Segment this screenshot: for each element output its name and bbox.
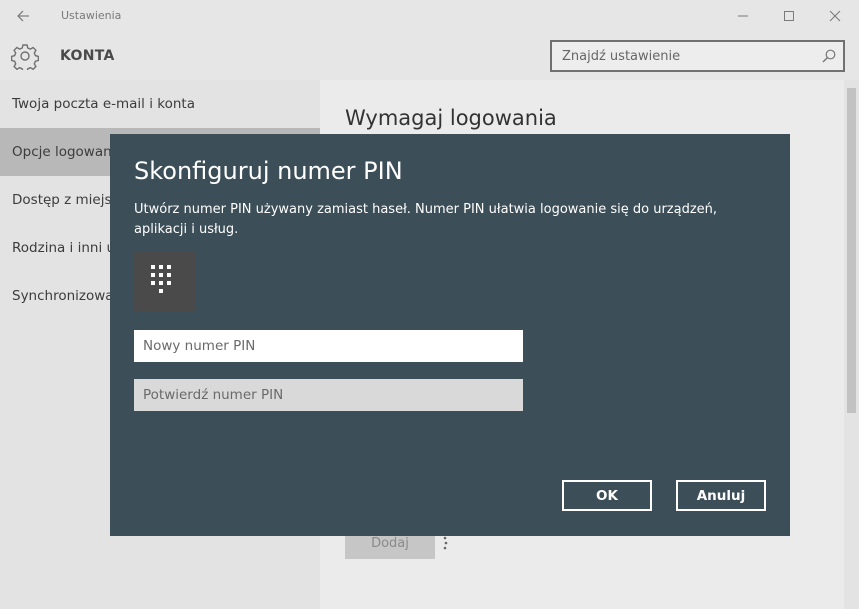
search-icon[interactable]	[821, 48, 837, 64]
ok-button[interactable]: OK	[562, 480, 652, 511]
sidebar-item-email-accounts[interactable]: Twoja poczta e-mail i konta	[0, 80, 320, 128]
search-box[interactable]	[550, 40, 845, 72]
gear-icon	[10, 42, 40, 73]
minimize-icon[interactable]	[728, 4, 758, 28]
sidebar-item-label: Opcje logowania	[12, 144, 124, 160]
new-pin-input[interactable]	[134, 330, 523, 362]
search-input[interactable]	[552, 42, 810, 70]
pin-setup-dialog: Skonfiguruj numer PIN Utwórz numer PIN u…	[110, 134, 790, 536]
close-icon[interactable]	[820, 4, 850, 28]
sidebar-item-label: Twoja poczta e-mail i konta	[12, 96, 195, 112]
dialog-description: Utwórz numer PIN używany zamiast haseł. …	[134, 202, 718, 237]
content-heading: Wymagaj logowania	[345, 106, 557, 130]
section-title: KONTA	[60, 48, 115, 64]
scrollbar[interactable]	[844, 80, 859, 609]
back-arrow-icon[interactable]	[10, 4, 38, 28]
keypad-icon	[133, 252, 195, 312]
settings-header: KONTA	[0, 32, 859, 80]
title-bar: Ustawienia	[0, 0, 859, 32]
scrollbar-thumb[interactable]	[847, 88, 856, 413]
window-title: Ustawienia	[61, 9, 122, 22]
maximize-icon[interactable]	[774, 4, 804, 28]
cancel-button[interactable]: Anuluj	[676, 480, 766, 511]
more-dots-icon	[442, 535, 450, 551]
dialog-title: Skonfiguruj numer PIN	[134, 157, 403, 185]
confirm-pin-input[interactable]	[134, 379, 523, 411]
